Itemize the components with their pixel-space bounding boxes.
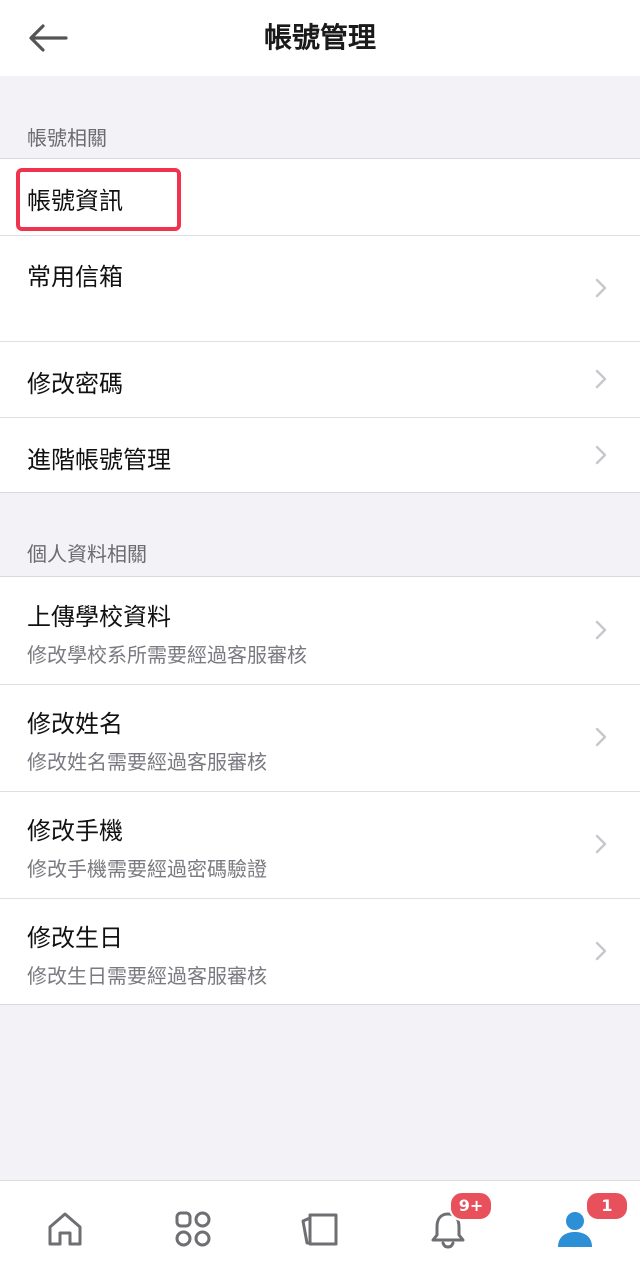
tab-apps[interactable] [163,1199,223,1259]
tab-profile[interactable]: 1 [545,1191,629,1259]
change-name-label: 修改姓名 [27,710,123,738]
change-password-row[interactable]: 修改密碼 [0,341,640,417]
change-name-sublabel: 修改姓名需要經過客服審核 [27,750,267,774]
back-button[interactable] [22,16,74,60]
upload-school-row[interactable]: 上傳學校資料 修改學校系所需要經過客服審核 [0,577,640,684]
tab-notifications[interactable]: 9+ [418,1191,493,1259]
change-birthday-label: 修改生日 [27,924,123,952]
chevron-right-icon [595,834,607,854]
home-icon [48,1212,82,1246]
chevron-right-icon [595,369,607,389]
nav-header: 帳號管理 [0,0,640,76]
common-email-label: 常用信箱 [27,263,123,291]
account-info-row[interactable]: 帳號資訊 [0,159,640,235]
tab-cards[interactable] [290,1199,350,1259]
chevron-right-icon [595,727,607,747]
common-email-row[interactable]: 常用信箱 [0,235,640,341]
profile-badge: 1 [585,1191,629,1221]
advanced-account-row[interactable]: 進階帳號管理 [0,417,640,492]
account-settings-list: 帳號資訊 常用信箱 修改密碼 進階帳號管理 [0,158,640,493]
chevron-right-icon [595,278,607,298]
chevron-right-icon [595,445,607,465]
grid-icon [175,1211,211,1247]
personal-info-list: 上傳學校資料 修改學校系所需要經過客服審核 修改姓名 修改姓名需要經過客服審核 … [0,576,640,1005]
change-phone-sublabel: 修改手機需要經過密碼驗證 [27,857,267,881]
change-phone-row[interactable]: 修改手機 修改手機需要經過密碼驗證 [0,791,640,898]
section-header-account: 帳號相關 [27,126,107,150]
bottom-tab-bar: 9+ 1 [0,1180,640,1280]
change-password-label: 修改密碼 [27,370,123,398]
notification-badge: 9+ [449,1191,493,1221]
change-birthday-row[interactable]: 修改生日 修改生日需要經過客服審核 [0,898,640,1004]
arrow-left-icon [29,24,68,52]
tab-home[interactable] [35,1199,95,1259]
change-phone-label: 修改手機 [27,817,123,845]
advanced-account-label: 進階帳號管理 [27,446,171,474]
chevron-right-icon [595,941,607,961]
change-birthday-sublabel: 修改生日需要經過客服審核 [27,964,267,988]
section-header-personal: 個人資料相關 [27,542,147,566]
account-info-label: 帳號資訊 [27,187,123,215]
change-name-row[interactable]: 修改姓名 修改姓名需要經過客服審核 [0,684,640,791]
chevron-right-icon [595,620,607,640]
upload-school-label: 上傳學校資料 [27,603,171,631]
account-management-screen: 帳號管理 帳號相關 帳號資訊 常用信箱 修改密碼 進階帳號管理 個人資料相關 上… [0,0,640,1280]
page-title: 帳號管理 [263,21,376,54]
upload-school-sublabel: 修改學校系所需要經過客服審核 [27,643,307,667]
cards-icon [301,1213,338,1246]
